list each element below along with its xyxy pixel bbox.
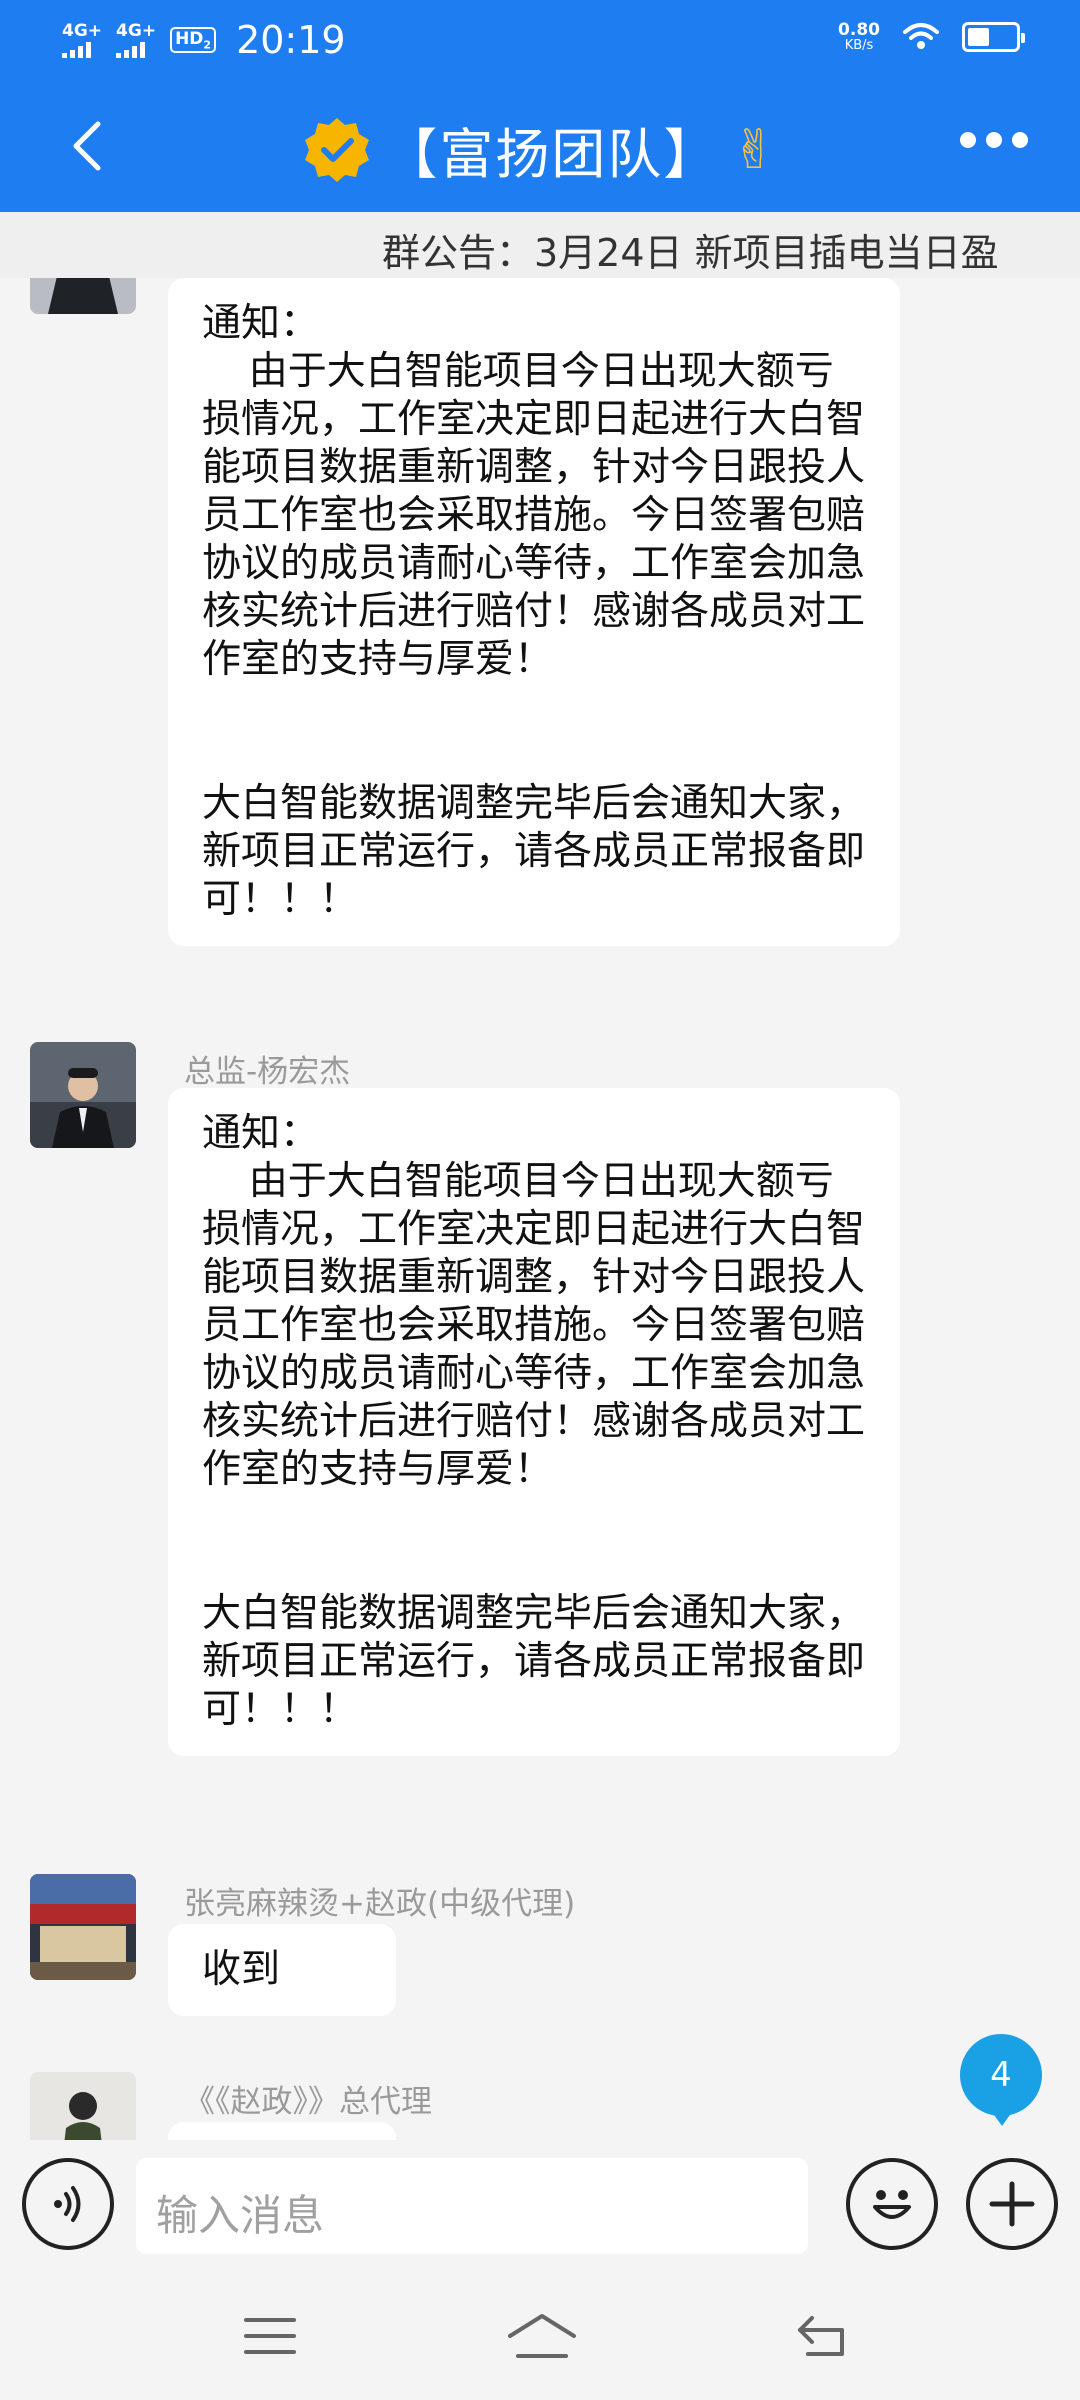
- message-text: 通知：: [202, 301, 320, 346]
- emoji-button[interactable]: [846, 2158, 938, 2250]
- avatar[interactable]: [30, 278, 136, 314]
- signal-sim1: 4G+: [62, 20, 103, 58]
- network-type-1: 4G+: [62, 20, 103, 41]
- signal-bars-icon: [116, 41, 146, 58]
- avatar[interactable]: [30, 1874, 136, 1980]
- message-text: 由于大白智能项目今日出现大额亏损情况，工作室决定即日起进行大白智能项目数据重新调…: [202, 349, 866, 682]
- chat-screen: 4G+ 4G+ HD2 20:19 0.80 KB/s 【富扬团队】 ✌ 群公告…: [0, 0, 1080, 2400]
- network-speed: 0.80 KB/s: [838, 20, 880, 53]
- message-bubble[interactable]: 通知： 由于大白智能项目今日出现大额亏损情况，工作室决定即日起进行大白智能项目数…: [168, 278, 900, 946]
- sender-name: 张亮麻辣烫+赵政(中级代理): [184, 1886, 576, 1922]
- message-text: 大白智能数据调整完毕后会通知大家，新项目正常运行，请各成员正常报备即可！！！: [202, 781, 866, 922]
- message-text: 由于大白智能项目今日出现大额亏损情况，工作室决定即日起进行大白智能项目数据重新调…: [202, 1159, 866, 1492]
- message-text: 通知：: [202, 1111, 320, 1156]
- message-text: 收到: [202, 1947, 281, 1992]
- wifi-icon: [903, 23, 939, 49]
- message-bubble[interactable]: 通知： 由于大白智能项目今日出现大额亏损情况，工作室决定即日起进行大白智能项目数…: [168, 1088, 900, 1756]
- message-bubble[interactable]: [168, 2122, 396, 2140]
- status-left: 4G+ 4G+ HD2 20:19: [62, 18, 346, 62]
- avatar[interactable]: [30, 2072, 136, 2140]
- menu-icon[interactable]: [240, 2308, 300, 2364]
- hd-voice-icon: HD2: [170, 26, 217, 54]
- more-dots-icon[interactable]: [960, 132, 1028, 148]
- status-right: 0.80 KB/s: [838, 20, 1025, 53]
- plus-button[interactable]: [966, 2158, 1058, 2250]
- sender-name: 总监-杨宏杰: [184, 1054, 351, 1090]
- signal-bars-icon: [62, 41, 91, 58]
- status-bar: 4G+ 4G+ HD2 20:19 0.80 KB/s: [0, 0, 1080, 80]
- sender-name: 《《赵政》》总代理: [184, 2084, 432, 2120]
- announcement-text: 群公告：3月24日 新项目插电当日盈: [382, 231, 999, 275]
- system-navigation-bar: [0, 2270, 1080, 2400]
- group-title[interactable]: 【富扬团队】 ✌: [0, 110, 1080, 189]
- voice-button[interactable]: [22, 2158, 114, 2250]
- plus-icon: [989, 2181, 1035, 2227]
- voice-icon: [54, 2186, 81, 2222]
- message-input-bar: 输入消息: [0, 2140, 1080, 2270]
- signal-sim2: 4G+: [116, 20, 157, 58]
- avatar[interactable]: [30, 1042, 136, 1148]
- unread-count-badge[interactable]: 4: [960, 2034, 1042, 2126]
- verified-badge-icon: [305, 117, 370, 182]
- home-icon[interactable]: [504, 2308, 580, 2364]
- battery-icon: [962, 22, 1025, 52]
- network-type-2: 4G+: [116, 20, 157, 41]
- clock: 20:19: [236, 18, 346, 62]
- group-announcement[interactable]: 群公告：3月24日 新项目插电当日盈: [0, 212, 1080, 278]
- victory-hand-icon: ✌: [731, 118, 777, 181]
- page-title: 【富扬团队】: [383, 123, 720, 186]
- message-input[interactable]: 输入消息: [136, 2158, 808, 2254]
- return-icon[interactable]: [792, 2308, 852, 2364]
- emoji-icon: [873, 2190, 911, 2219]
- message-text: 大白智能数据调整完毕后会通知大家，新项目正常运行，请各成员正常报备即可！！！: [202, 1591, 866, 1732]
- message-bubble[interactable]: 收到: [168, 1924, 396, 2016]
- input-placeholder: 输入消息: [156, 2191, 325, 2240]
- message-list[interactable]: 通知： 由于大白智能项目今日出现大额亏损情况，工作室决定即日起进行大白智能项目数…: [0, 278, 1080, 2140]
- chat-header: 【富扬团队】 ✌: [0, 80, 1080, 212]
